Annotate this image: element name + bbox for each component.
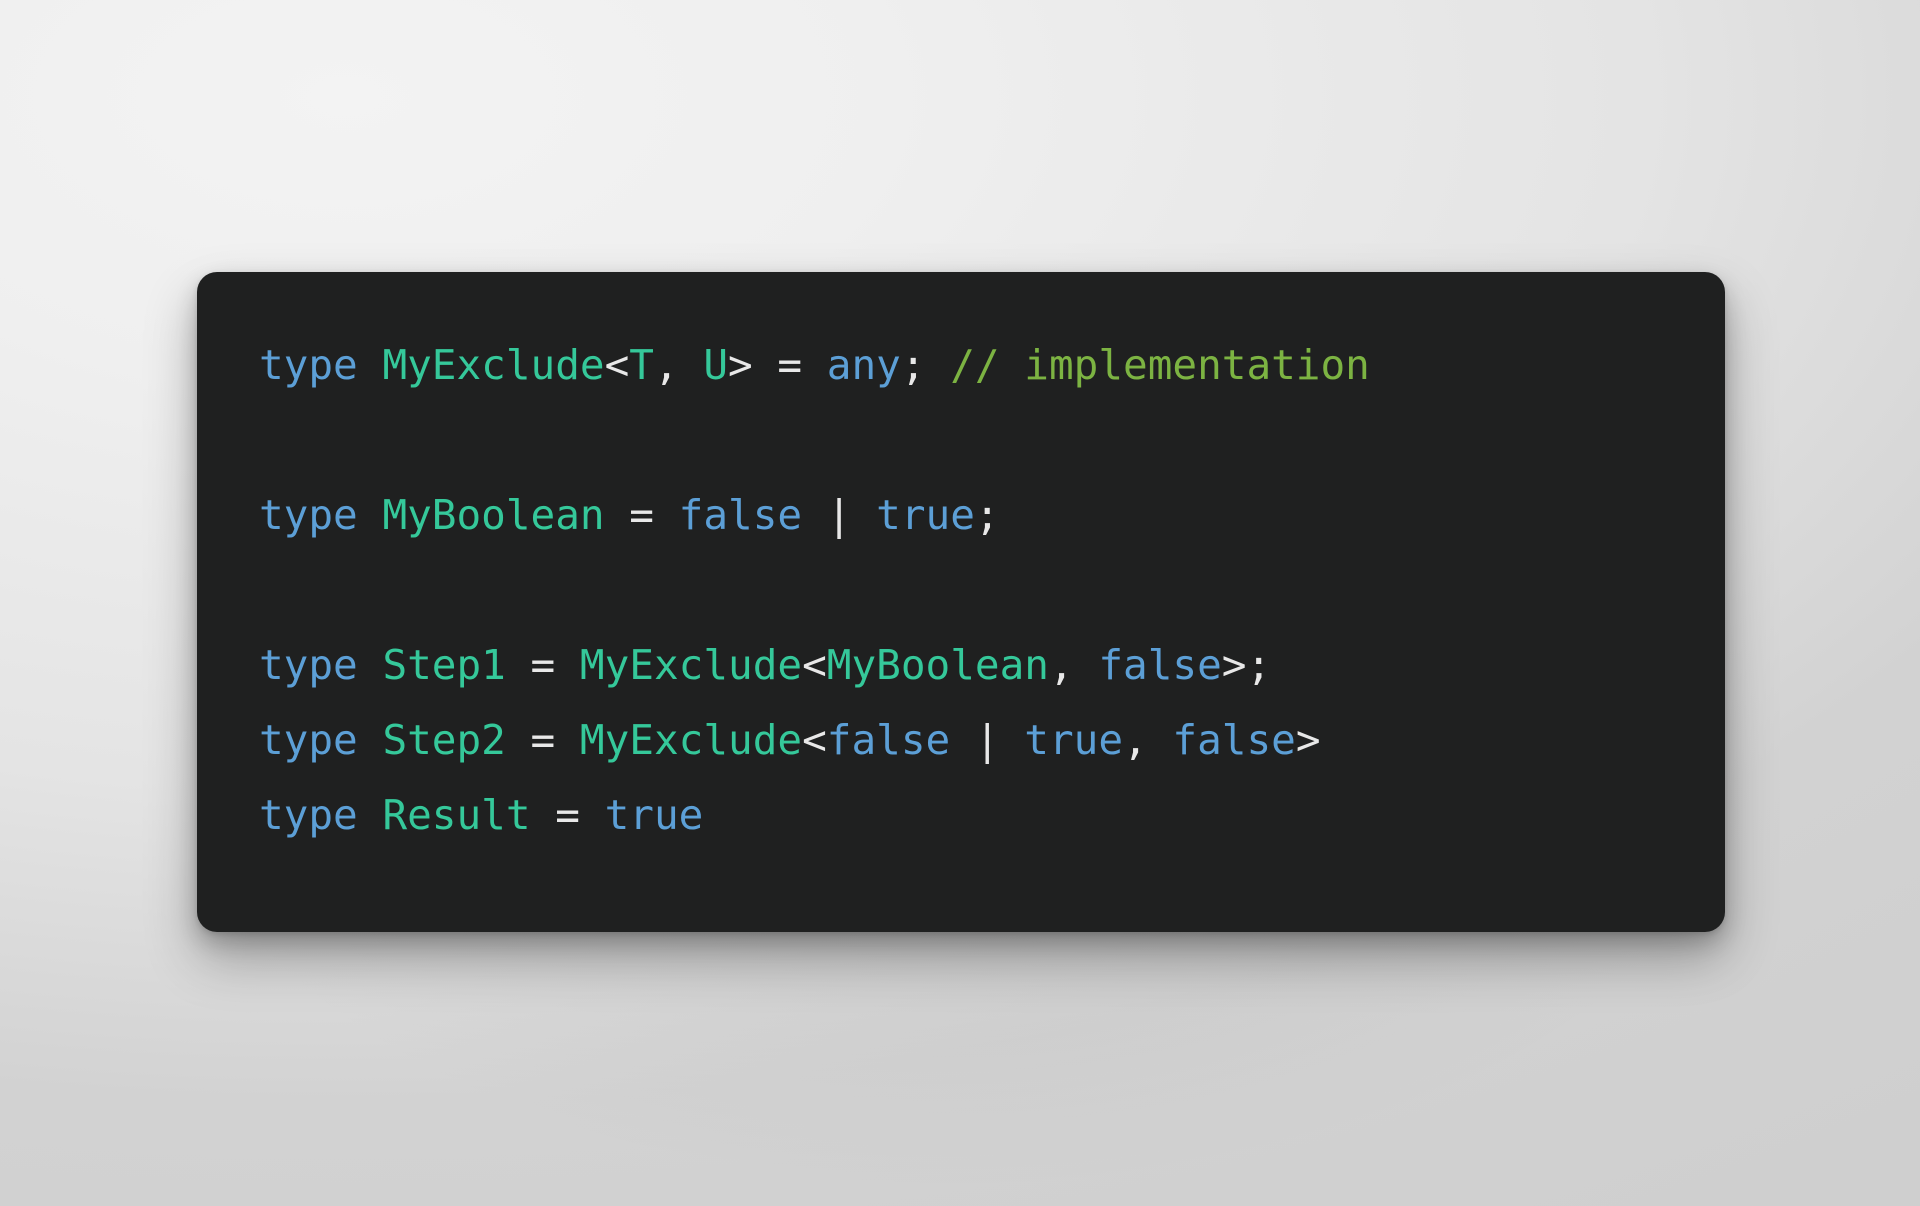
code-token-punct: | [950,716,1025,764]
code-token-punct: ; [900,341,951,389]
code-line-6: type Step2 = MyExclude<false | true, fal… [259,703,1663,778]
code-token-comment: // implementation [950,341,1370,389]
code-token-type: MyExclude [579,641,803,689]
code-token-punct: = [604,491,679,539]
code-token-literal: false [678,491,803,539]
code-token-punct: | [802,491,877,539]
code-token-punct: , [1123,716,1173,764]
code-token-literal: false [1172,716,1296,764]
code-token-keyword: type [259,341,358,389]
code-token-type: Step1 [382,641,506,689]
code-token-literal: true [604,791,704,839]
code-token-punct: > = [728,341,827,389]
code-token-punct: = [530,791,605,839]
code-token-type: Step2 [382,716,506,764]
code-token-keyword: type [259,716,358,764]
code-token-punct: < [802,716,827,764]
code-token-punct: = [505,716,580,764]
code-token-keyword: type [259,491,358,539]
code-token-type: Result [382,791,531,839]
code-token-keyword: type [259,641,358,689]
code-token-punct [358,491,383,539]
code-line-7: type Result = true [259,778,1663,853]
code-token-punct: ; [974,491,1000,539]
code-snippet-card: type MyExclude<T, U> = any; // implement… [197,272,1725,932]
code-token-punct [358,341,383,389]
code-token-keyword: type [259,791,358,839]
screenshot-backdrop: type MyExclude<T, U> = any; // implement… [0,0,1920,1206]
code-token-literal: false [826,716,951,764]
code-token-punct: < [802,641,827,689]
code-token-literal: true [1024,716,1124,764]
code-token-type: MyBoolean [826,641,1049,689]
code-token-type: T [629,341,654,389]
code-token-punct: , [1048,641,1099,689]
code-token-punct [358,716,383,764]
code-token-type: U [703,341,729,389]
code-line-1: type MyExclude<T, U> = any; // implement… [259,328,1663,403]
code-token-punct: >; [1221,641,1272,689]
code-line-5: type Step1 = MyExclude<MyBoolean, false>… [259,628,1663,703]
code-token-type: MyBoolean [382,491,605,539]
code-line-3: type MyBoolean = false | true; [259,478,1663,553]
code-token-punct: = [505,641,580,689]
code-token-punct: , [653,341,704,389]
code-block[interactable]: type MyExclude<T, U> = any; // implement… [259,328,1663,853]
code-token-literal: false [1098,641,1222,689]
code-token-punct: < [604,341,630,389]
code-token-punct [358,791,383,839]
code-token-punct [358,641,383,689]
code-token-punct: > [1295,716,1321,764]
code-token-literal: true [876,491,975,539]
code-token-literal: any [826,341,901,389]
code-token-type: MyExclude [382,341,605,389]
code-token-type: MyExclude [579,716,803,764]
